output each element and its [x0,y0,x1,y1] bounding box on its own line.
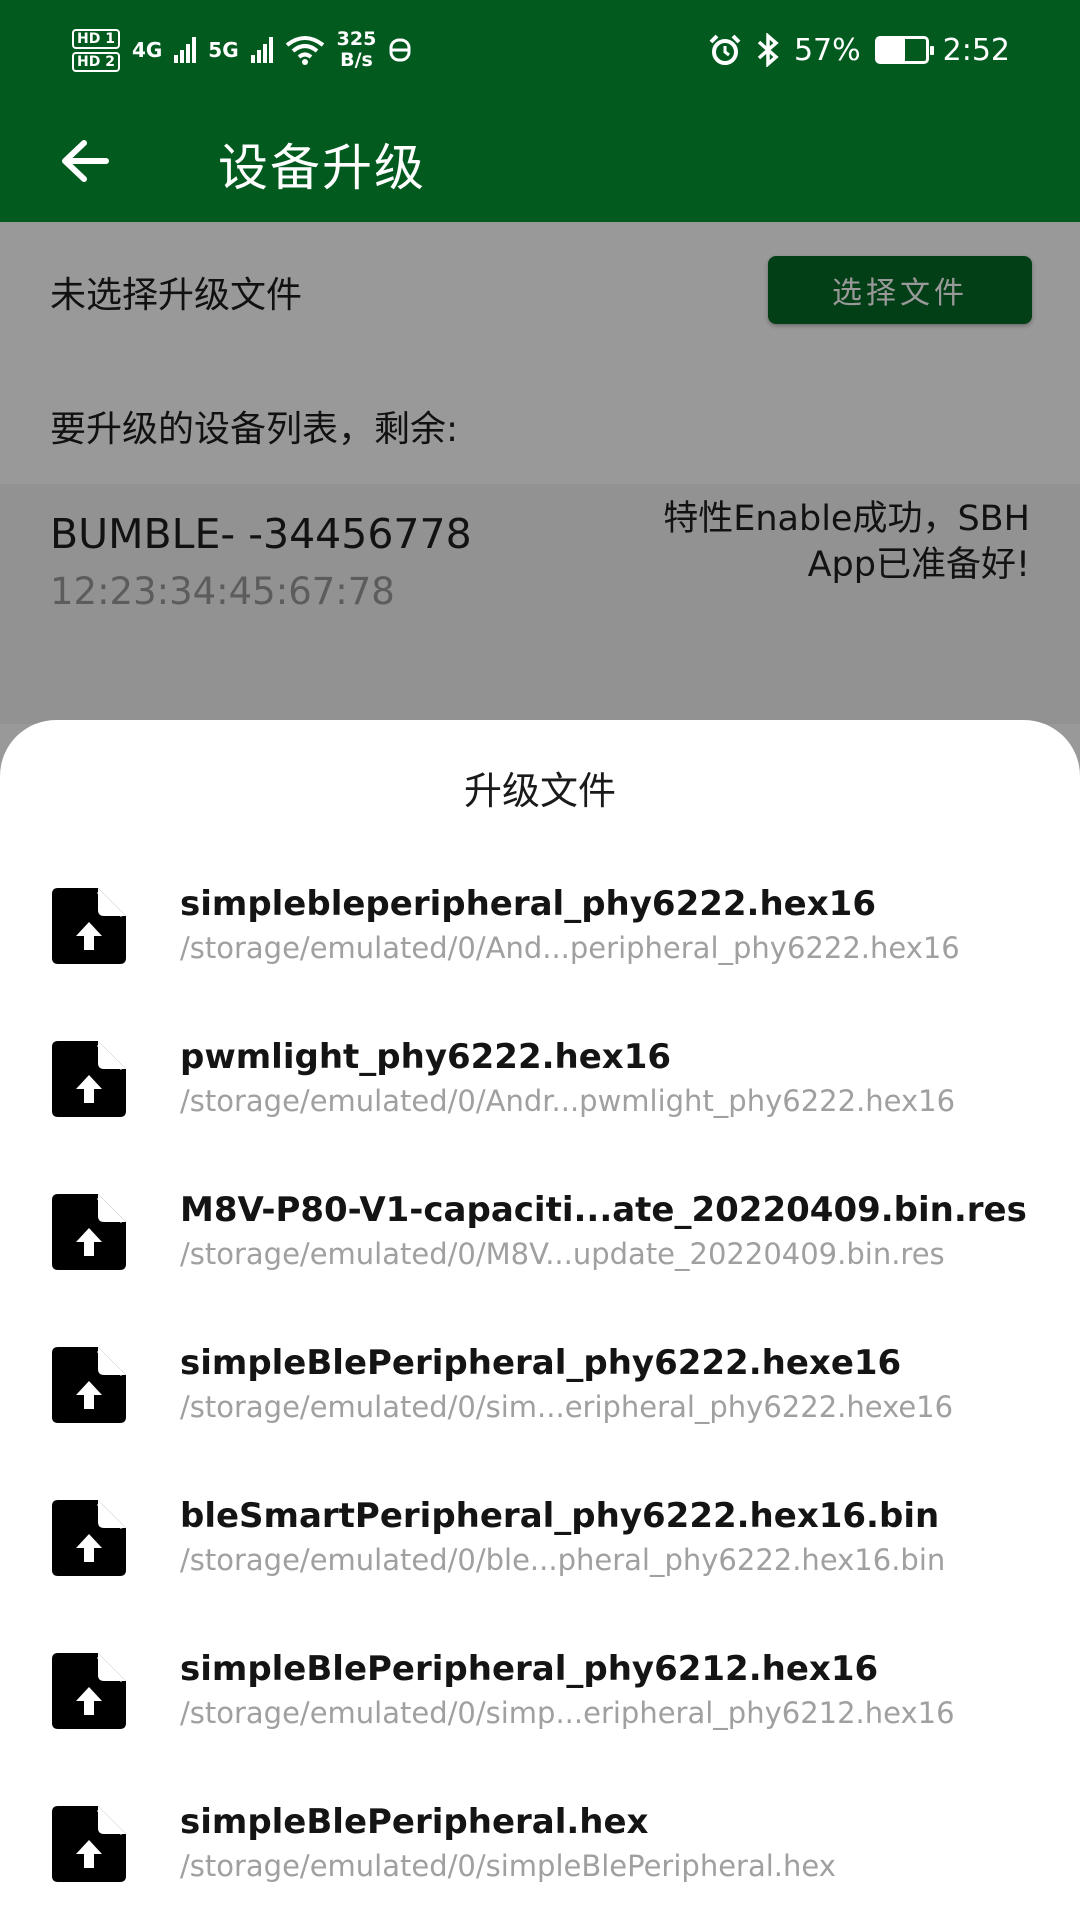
file-list-item[interactable]: pwmlight_phy6222.hex16 /storage/emulated… [0,1023,1080,1176]
file-upload-icon [52,1194,126,1270]
file-name: bleSmartPeripheral_phy6222.hex16.bin [180,1496,940,1536]
file-list-item[interactable]: simpleBlePeripheral_phy6222.hexe16 /stor… [0,1329,1080,1482]
top-scrim [0,0,1080,222]
file-name: M8V-P80-V1-capaciti...ate_20220409.bin.r… [180,1190,1027,1230]
file-upload-icon [52,1347,126,1423]
file-path: /storage/emulated/0/And...peripheral_phy… [180,931,960,965]
file-path: /storage/emulated/0/sim...eripheral_phy6… [180,1390,954,1424]
file-list-item[interactable]: simpleBlePeripheral_phy6212.hex16 /stora… [0,1635,1080,1788]
file-upload-icon [52,1653,126,1729]
file-name: simpleBlePeripheral.hex [180,1802,649,1842]
file-name: simplebleperipheral_phy6222.hex16 [180,884,876,924]
sheet-title: 升级文件 [463,769,616,813]
file-path: /storage/emulated/0/Andr...pwmlight_phy6… [180,1084,956,1118]
file-path: /storage/emulated/0/ble...pheral_phy6222… [180,1543,946,1577]
file-name: simpleBlePeripheral_phy6212.hex16 [180,1649,879,1689]
file-list-item[interactable]: simplebleperipheral_phy6222.hex16 /stora… [0,870,1080,1023]
file-upload-icon [52,888,126,964]
file-list-item[interactable]: M8V-P80-V1-capaciti...ate_20220409.bin.r… [0,1176,1080,1329]
upgrade-file-sheet: 升级文件 simplebleperipheral_phy6222.hex16 /… [0,720,1080,1920]
file-upload-icon [52,1500,126,1576]
file-list-item[interactable]: bleSmartPeripheral_phy6222.hex16.bin /st… [0,1482,1080,1635]
file-name: pwmlight_phy6222.hex16 [180,1037,672,1077]
file-list: simplebleperipheral_phy6222.hex16 /stora… [0,870,1080,1920]
file-name: simpleBlePeripheral_phy6222.hexe16 [180,1343,902,1383]
file-upload-icon [52,1041,126,1117]
file-path: /storage/emulated/0/M8V...update_2022040… [180,1237,945,1271]
file-path: /storage/emulated/0/simp...eripheral_phy… [180,1696,955,1730]
file-upload-icon [52,1806,126,1882]
file-path: /storage/emulated/0/simpleBlePeripheral.… [180,1849,836,1883]
file-list-item[interactable]: simpleBlePeripheral.hex /storage/emulate… [0,1788,1080,1920]
